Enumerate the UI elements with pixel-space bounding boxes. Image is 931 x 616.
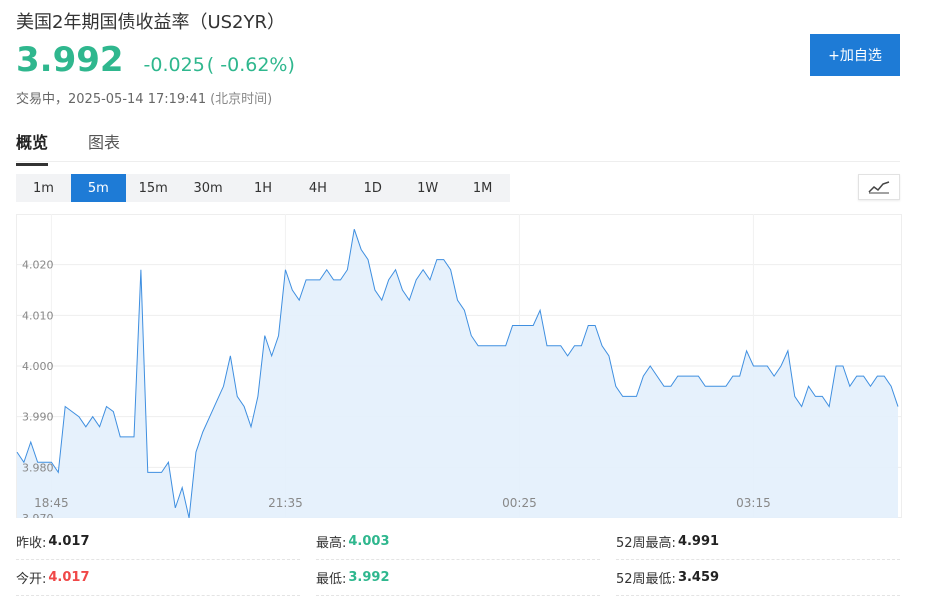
y-tick-label: 4.020 <box>22 259 54 272</box>
y-tick-label: 3.970 <box>22 512 54 518</box>
period-4h[interactable]: 4H <box>290 174 345 202</box>
period-30m[interactable]: 30m <box>181 174 236 202</box>
stats-row: 昨收: 4.017 最高: 4.003 52周最高: 4.991 <box>16 524 900 560</box>
status-timezone: (北京时间) <box>210 92 273 107</box>
stat-value: 3.992 <box>348 570 390 585</box>
quote-page: 美国2年期国债收益率（US2YR） 3.992 -0.025( -0.62%) … <box>0 0 931 616</box>
y-tick-label: 3.980 <box>22 461 54 474</box>
last-price: 3.992 <box>16 40 124 80</box>
stats-panel: 昨收: 4.017 最高: 4.003 52周最高: 4.991 今开: 4.017 最… <box>16 524 900 596</box>
x-tick-label: 21:35 <box>268 496 303 510</box>
change-value: -0.025 <box>143 54 205 76</box>
stat-value: 3.459 <box>677 570 720 585</box>
stat-value: 4.991 <box>677 534 720 549</box>
stat-52w-low: 52周最低: 3.459 <box>616 560 900 596</box>
y-tick-label: 4.000 <box>22 360 54 373</box>
stat-low: 最低: 3.992 <box>316 560 600 596</box>
trading-status: 交易中，2025-05-14 17:19:41 (北京时间) <box>16 88 272 107</box>
stat-label: 今开: <box>16 572 47 587</box>
stat-value: 4.003 <box>348 534 390 549</box>
period-1w[interactable]: 1W <box>400 174 455 202</box>
status-timestamp: 2025-05-14 17:19:41 <box>68 92 207 107</box>
period-5m[interactable]: 5m <box>70 174 126 202</box>
stat-label: 昨收: <box>16 536 47 551</box>
y-tick-label: 4.010 <box>22 309 54 322</box>
period-15m[interactable]: 15m <box>126 174 181 202</box>
status-label: 交易中， <box>16 92 69 107</box>
stat-label: 52周最高: <box>616 536 676 551</box>
period-1d[interactable]: 1D <box>345 174 400 202</box>
period-selector: 1m 5m 15m 30m 1H 4H 1D 1W 1M <box>16 174 510 202</box>
price-row: 3.992 -0.025( -0.62%) <box>16 40 295 80</box>
view-tabs: 概览 图表 <box>16 126 900 166</box>
instrument-title: 美国2年期国债收益率（US2YR） <box>16 12 286 33</box>
x-tick-label: 00:25 <box>502 496 537 510</box>
tab-chart[interactable]: 图表 <box>88 129 120 163</box>
period-1mo[interactable]: 1M <box>455 174 510 202</box>
x-tick-label: 03:15 <box>736 496 771 510</box>
line-chart-icon <box>868 181 890 194</box>
price-change: -0.025( -0.62%) <box>144 54 295 76</box>
chart-type-button[interactable] <box>858 174 900 200</box>
stat-prev-close: 昨收: 4.017 <box>16 524 300 560</box>
change-percent: ( -0.62%) <box>206 54 295 76</box>
stat-label: 最高: <box>316 536 347 551</box>
y-tick-label: 3.990 <box>22 411 54 424</box>
stat-label: 52周最低: <box>616 572 676 587</box>
yield-chart: 4.020 4.010 4.000 3.990 3.980 3.970 18:45 21:3… <box>16 214 902 518</box>
stat-52w-high: 52周最高: 4.991 <box>616 524 900 560</box>
x-tick-label: 18:45 <box>34 496 69 510</box>
stat-open: 今开: 4.017 <box>16 560 300 596</box>
tab-overview[interactable]: 概览 <box>16 129 49 166</box>
stats-row: 今开: 4.017 最低: 3.992 52周最低: 3.459 <box>16 560 900 596</box>
stat-value: 4.017 <box>48 534 90 549</box>
period-1h[interactable]: 1H <box>236 174 291 202</box>
add-watchlist-button[interactable]: +加自选 <box>810 34 900 76</box>
stat-high: 最高: 4.003 <box>316 524 600 560</box>
stat-value: 4.017 <box>48 570 90 585</box>
stat-label: 最低: <box>316 572 347 587</box>
period-1m[interactable]: 1m <box>16 174 71 202</box>
